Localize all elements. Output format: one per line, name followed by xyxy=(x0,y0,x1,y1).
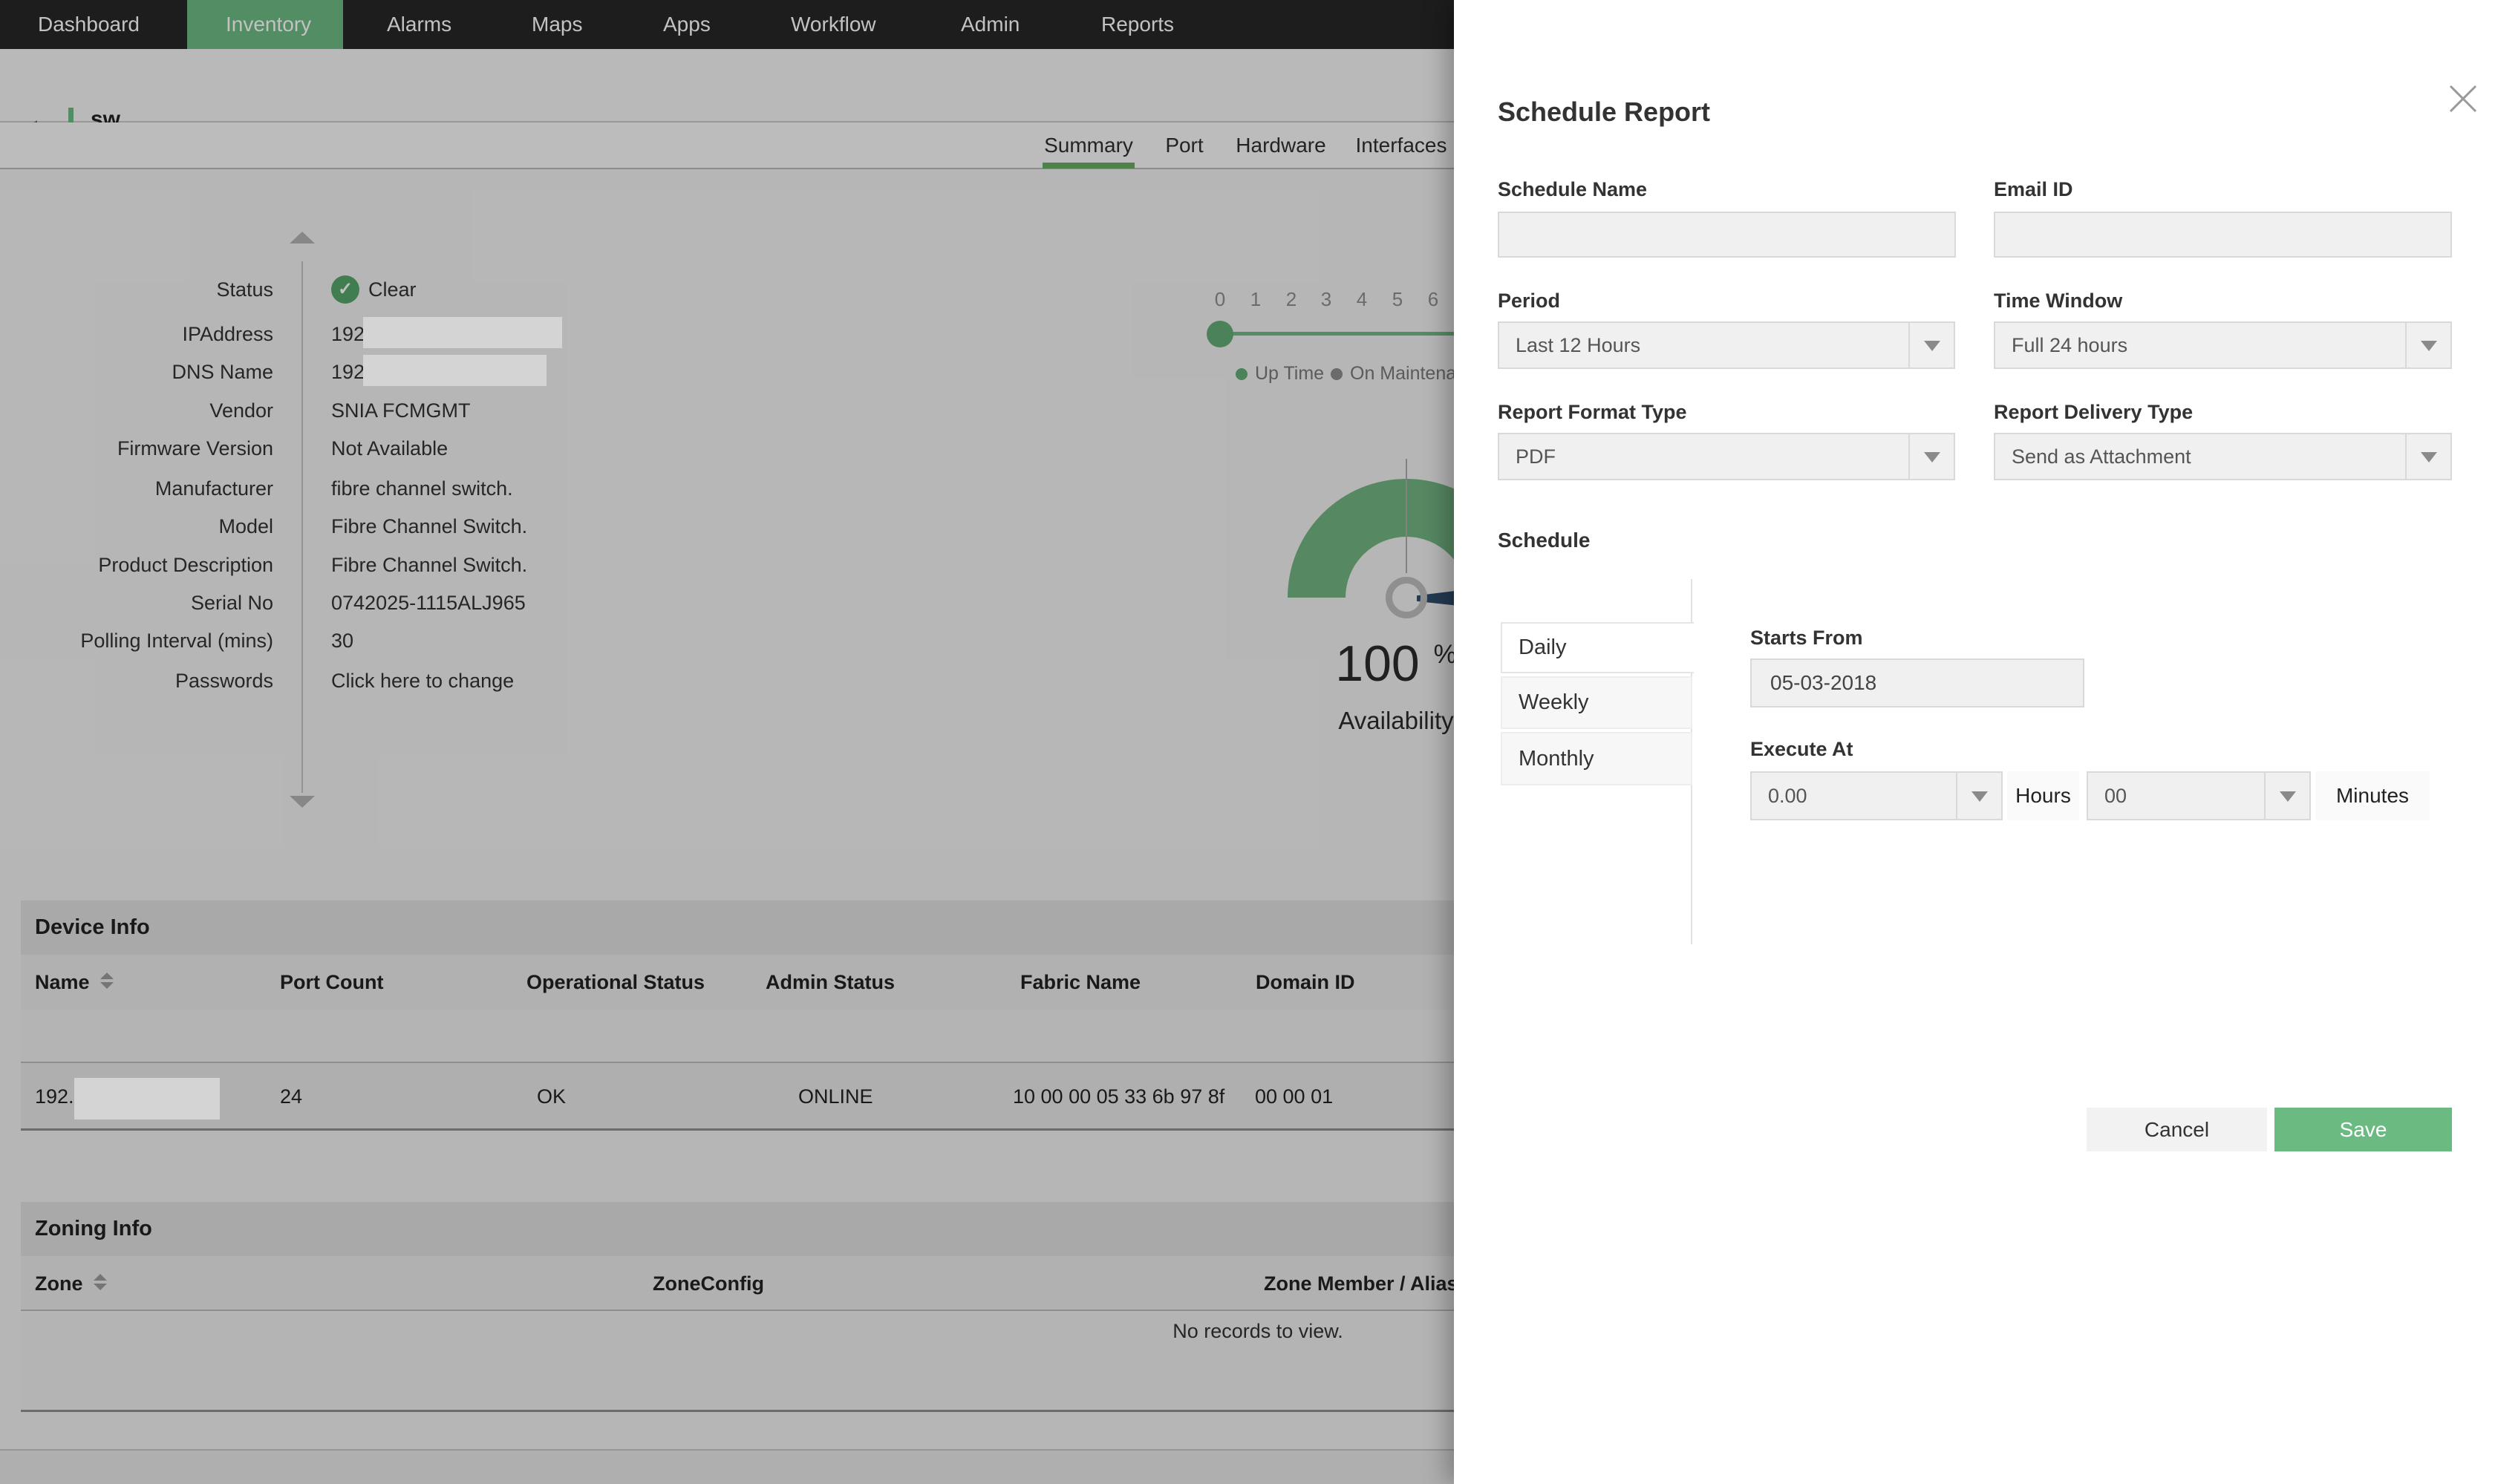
cancel-button[interactable]: Cancel xyxy=(2087,1108,2267,1151)
schedule-tab-daily[interactable]: Daily xyxy=(1501,622,1694,673)
chevron-down-icon[interactable] xyxy=(2264,773,2309,819)
time-window-value: Full 24 hours xyxy=(2012,323,2127,367)
email-id-label: Email ID xyxy=(1994,178,2073,201)
schedule-tab-weekly[interactable]: Weekly xyxy=(1501,676,1692,729)
chevron-down-icon[interactable] xyxy=(1956,773,2001,819)
hours-value: 0.00 xyxy=(1768,773,1807,819)
schedule-name-input[interactable] xyxy=(1498,212,1956,258)
minutes-unit-label: Minutes xyxy=(2315,771,2430,820)
chevron-down-icon[interactable] xyxy=(1908,323,1954,367)
execute-hours-dropdown[interactable]: 0.00 xyxy=(1750,771,2003,820)
period-label: Period xyxy=(1498,290,1560,313)
report-format-label: Report Format Type xyxy=(1498,401,1687,424)
close-icon[interactable] xyxy=(2447,83,2479,114)
hours-unit-label: Hours xyxy=(2007,771,2079,820)
page: Dashboard Inventory Alarms Maps Apps Wor… xyxy=(0,0,2495,1484)
chevron-down-icon[interactable] xyxy=(1908,434,1954,479)
report-format-value: PDF xyxy=(1516,434,1556,479)
schedule-tab-monthly[interactable]: Monthly xyxy=(1501,732,1692,785)
period-dropdown[interactable]: Last 12 Hours xyxy=(1498,321,1955,369)
tab-label: Monthly xyxy=(1519,733,1594,784)
report-format-dropdown[interactable]: PDF xyxy=(1498,433,1955,480)
email-id-input[interactable] xyxy=(1994,212,2452,258)
starts-from-input[interactable]: 05-03-2018 xyxy=(1750,658,2084,707)
schedule-name-label: Schedule Name xyxy=(1498,178,1647,201)
time-window-label: Time Window xyxy=(1994,290,2122,313)
redaction-box-dns xyxy=(363,355,547,386)
tab-label: Weekly xyxy=(1519,678,1589,728)
time-window-dropdown[interactable]: Full 24 hours xyxy=(1994,321,2452,369)
schedule-report-modal: Schedule Report Schedule Name Email ID P… xyxy=(1454,0,2495,1484)
minutes-value: 00 xyxy=(2104,773,2127,819)
execute-at-label: Execute At xyxy=(1750,738,1853,761)
redaction-box-name xyxy=(74,1078,220,1119)
redaction-box-ip xyxy=(363,317,562,348)
starts-from-label: Starts From xyxy=(1750,627,1863,650)
chevron-down-icon[interactable] xyxy=(2405,323,2450,367)
execute-minutes-dropdown[interactable]: 00 xyxy=(2087,771,2311,820)
report-delivery-label: Report Delivery Type xyxy=(1994,401,2193,424)
report-delivery-dropdown[interactable]: Send as Attachment xyxy=(1994,433,2452,480)
period-value: Last 12 Hours xyxy=(1516,323,1640,367)
save-button[interactable]: Save xyxy=(2274,1108,2452,1151)
chevron-down-icon[interactable] xyxy=(2405,434,2450,479)
report-delivery-value: Send as Attachment xyxy=(2012,434,2191,479)
modal-title: Schedule Report xyxy=(1498,97,1710,128)
tab-label: Daily xyxy=(1519,624,1566,672)
schedule-heading: Schedule xyxy=(1498,529,1590,552)
